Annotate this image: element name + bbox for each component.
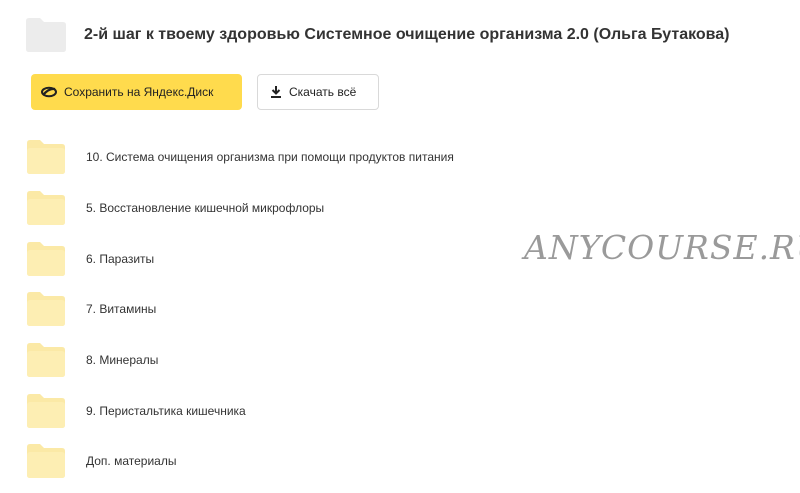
folder-icon [27, 343, 65, 378]
folder-name: 5. Восстановление кишечной микрофлоры [86, 201, 325, 216]
yandex-disk-icon [41, 86, 57, 98]
list-item[interactable]: 9. Перистальтика кишечника [27, 385, 787, 436]
list-item[interactable]: 5. Восстановление кишечной микрофлоры [27, 183, 787, 234]
folder-icon [27, 241, 65, 276]
page-title: 2-й шаг к твоему здоровью Системное очищ… [84, 26, 730, 43]
list-item[interactable]: 10. Система очищения организма при помощ… [27, 132, 787, 183]
list-item[interactable]: 7. Витамины [27, 284, 787, 335]
list-item[interactable]: 8. Минералы [27, 335, 787, 386]
folder-icon [27, 393, 65, 428]
folder-icon [27, 140, 65, 175]
folder-icon [27, 191, 65, 226]
folder-icon [26, 18, 66, 52]
list-item[interactable]: Доп. материалы [27, 436, 787, 487]
save-to-yandex-disk-button[interactable]: Сохранить на Яндекс.Диск [31, 74, 242, 110]
folder-name: 6. Паразиты [86, 251, 155, 266]
folder-name: Доп. материалы [86, 454, 177, 469]
save-button-label: Сохранить на Яндекс.Диск [64, 85, 214, 99]
folder-name: 7. Витамины [86, 302, 157, 317]
public-folder-page: 2-й шаг к твоему здоровью Системное очищ… [0, 0, 800, 493]
folder-icon [27, 444, 65, 479]
folder-icon [27, 292, 65, 327]
download-button-label: Скачать всё [289, 85, 357, 99]
folder-name: 8. Минералы [86, 353, 159, 368]
watermark: ANYCOURSE.RU [524, 228, 800, 267]
action-bar: Сохранить на Яндекс.Диск Скачать всё [31, 74, 379, 110]
folder-list: 10. Система очищения организма при помощ… [27, 132, 787, 487]
download-icon [270, 86, 282, 98]
folder-header: 2-й шаг к твоему здоровью Системное очищ… [26, 18, 730, 52]
folder-name: 9. Перистальтика кишечника [86, 403, 246, 418]
download-all-button[interactable]: Скачать всё [257, 74, 379, 110]
folder-name: 10. Система очищения организма при помощ… [86, 150, 454, 165]
